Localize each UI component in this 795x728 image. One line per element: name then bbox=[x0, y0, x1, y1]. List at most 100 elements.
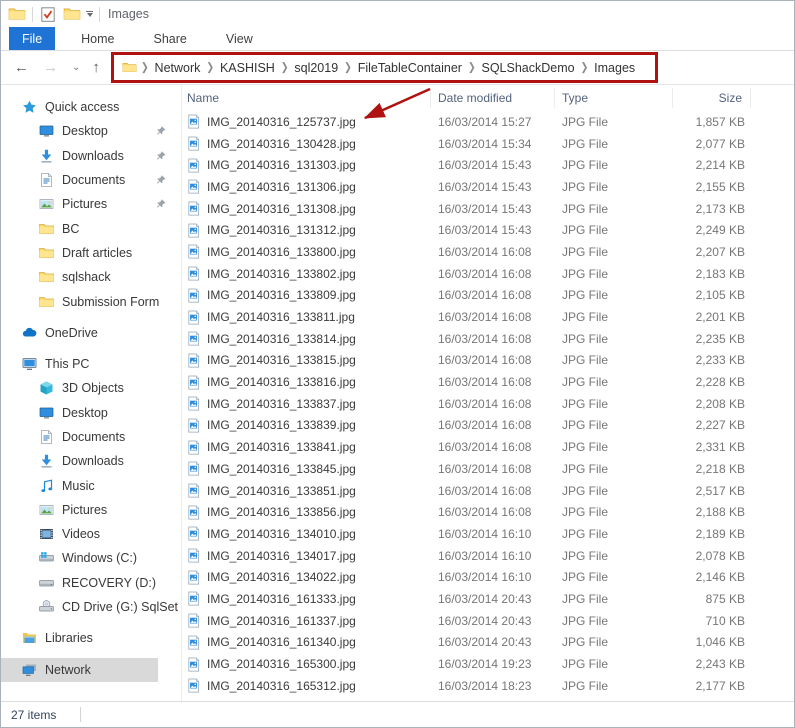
file-name-cell[interactable]: IMG_20140316_133809.jpg bbox=[182, 288, 431, 303]
sidebar-item-bc[interactable]: BC bbox=[1, 216, 181, 240]
file-name-cell[interactable]: IMG_20140316_133802.jpg bbox=[182, 266, 431, 281]
file-name-label: IMG_20140316_133839.jpg bbox=[207, 418, 356, 433]
sidebar-item-libraries[interactable]: Libraries bbox=[1, 626, 181, 650]
tab-view[interactable]: View bbox=[213, 27, 266, 50]
file-name-cell[interactable]: IMG_20140316_133816.jpg bbox=[182, 375, 431, 390]
sidebar-item-sqlshack[interactable]: sqlshack bbox=[1, 265, 181, 289]
file-name-cell[interactable]: IMG_20140316_125737.jpg bbox=[182, 114, 431, 129]
file-name-cell[interactable]: IMG_20140316_130428.jpg bbox=[182, 136, 431, 151]
file-row[interactable]: IMG_20140316_133811.jpg 16/03/2014 16:08 J… bbox=[182, 306, 794, 328]
sidebar-item-cd-drive-g-sqlset[interactable]: CD Drive (G:) SqlSet bbox=[1, 595, 181, 619]
sidebar-item-3d-objects[interactable]: 3D Objects bbox=[1, 376, 181, 400]
file-name-cell[interactable]: IMG_20140316_133800.jpg bbox=[182, 244, 431, 259]
sidebar-item-recovery-d[interactable]: RECOVERY (D:) bbox=[1, 571, 181, 595]
file-row[interactable]: IMG_20140316_134017.jpg 16/03/2014 16:10 J… bbox=[182, 545, 794, 567]
file-name-cell[interactable]: IMG_20140316_161337.jpg bbox=[182, 613, 431, 628]
sidebar-item-onedrive[interactable]: OneDrive bbox=[1, 321, 181, 345]
sidebar-item-pictures[interactable]: Pictures bbox=[1, 498, 181, 522]
file-row[interactable]: IMG_20140316_133839.jpg 16/03/2014 16:08 J… bbox=[182, 415, 794, 437]
file-row[interactable]: IMG_20140316_134010.jpg 16/03/2014 16:10 J… bbox=[182, 523, 794, 545]
file-name-cell[interactable]: IMG_20140316_134022.jpg bbox=[182, 570, 431, 585]
file-name-cell[interactable]: IMG_20140316_131308.jpg bbox=[182, 201, 431, 216]
sidebar-item-music[interactable]: Music bbox=[1, 473, 181, 497]
file-row[interactable]: IMG_20140316_133856.jpg 16/03/2014 16:08 J… bbox=[182, 501, 794, 523]
file-name-cell[interactable]: IMG_20140316_133811.jpg bbox=[182, 310, 431, 325]
new-folder-icon[interactable] bbox=[63, 5, 81, 23]
file-row[interactable]: IMG_20140316_131308.jpg 16/03/2014 15:43 J… bbox=[182, 198, 794, 220]
file-row[interactable]: IMG_20140316_161340.jpg 16/03/2014 20:43 J… bbox=[182, 632, 794, 654]
file-name-cell[interactable]: IMG_20140316_133839.jpg bbox=[182, 418, 431, 433]
file-name-cell[interactable]: IMG_20140316_165300.jpg bbox=[182, 657, 431, 672]
file-row[interactable]: IMG_20140316_133800.jpg 16/03/2014 16:08 J… bbox=[182, 241, 794, 263]
file-row[interactable]: IMG_20140316_131303.jpg 16/03/2014 15:43 J… bbox=[182, 154, 794, 176]
column-header-date-modified[interactable]: Date modified bbox=[431, 88, 555, 108]
file-row[interactable]: IMG_20140316_133814.jpg 16/03/2014 16:08 J… bbox=[182, 328, 794, 350]
file-name-cell[interactable]: IMG_20140316_133841.jpg bbox=[182, 440, 431, 455]
file-name-cell[interactable]: IMG_20140316_134010.jpg bbox=[182, 526, 431, 541]
file-row[interactable]: IMG_20140316_134022.jpg 16/03/2014 16:10 J… bbox=[182, 566, 794, 588]
file-row[interactable]: IMG_20140316_161337.jpg 16/03/2014 20:43 J… bbox=[182, 610, 794, 632]
column-header-size[interactable]: Size bbox=[673, 88, 751, 108]
breadcrumb-item-images[interactable]: Images bbox=[588, 61, 641, 75]
file-row[interactable]: IMG_20140316_133851.jpg 16/03/2014 16:08 J… bbox=[182, 480, 794, 502]
breadcrumb-item-kashish[interactable]: KASHISH bbox=[214, 61, 281, 75]
file-row[interactable]: IMG_20140316_130428.jpg 16/03/2014 15:34 J… bbox=[182, 133, 794, 155]
file-name-cell[interactable]: IMG_20140316_131306.jpg bbox=[182, 179, 431, 194]
file-name-cell[interactable]: IMG_20140316_131303.jpg bbox=[182, 158, 431, 173]
file-name-cell[interactable]: IMG_20140316_131312.jpg bbox=[182, 223, 431, 238]
breadcrumb-item-network[interactable]: Network bbox=[149, 61, 207, 75]
sidebar-item-network[interactable]: Network bbox=[1, 657, 158, 682]
sidebar-item-quick-access[interactable]: Quick access bbox=[1, 95, 181, 119]
sidebar-item-this-pc[interactable]: This PC bbox=[1, 352, 181, 376]
sidebar-item-desktop[interactable]: Desktop bbox=[1, 119, 181, 143]
column-header-type[interactable]: Type bbox=[555, 88, 673, 108]
file-row[interactable]: IMG_20140316_131312.jpg 16/03/2014 15:43 J… bbox=[182, 219, 794, 241]
breadcrumb-item-sql2019[interactable]: sql2019 bbox=[288, 61, 344, 75]
tab-share[interactable]: Share bbox=[141, 27, 200, 50]
file-row[interactable]: IMG_20140316_131306.jpg 16/03/2014 15:43 J… bbox=[182, 176, 794, 198]
sidebar-item-pictures[interactable]: Pictures bbox=[1, 192, 181, 216]
file-row[interactable]: IMG_20140316_133809.jpg 16/03/2014 16:08 J… bbox=[182, 285, 794, 307]
sidebar-item-videos[interactable]: Videos bbox=[1, 522, 181, 546]
forward-arrow-icon[interactable]: → bbox=[43, 60, 58, 75]
file-name-cell[interactable]: IMG_20140316_133837.jpg bbox=[182, 396, 431, 411]
file-row[interactable]: IMG_20140316_133816.jpg 16/03/2014 16:08 J… bbox=[182, 371, 794, 393]
file-name-cell[interactable]: IMG_20140316_133851.jpg bbox=[182, 483, 431, 498]
file-row[interactable]: IMG_20140316_165312.jpg 16/03/2014 18:23 J… bbox=[182, 675, 794, 697]
file-name-cell[interactable]: IMG_20140316_134017.jpg bbox=[182, 548, 431, 563]
file-name-cell[interactable]: IMG_20140316_165312.jpg bbox=[182, 678, 431, 693]
tab-home[interactable]: Home bbox=[68, 27, 127, 50]
sidebar-item-draft-articles[interactable]: Draft articles bbox=[1, 241, 181, 265]
properties-checkbox-icon[interactable] bbox=[39, 5, 57, 23]
file-row[interactable]: IMG_20140316_133802.jpg 16/03/2014 16:08 J… bbox=[182, 263, 794, 285]
file-name-cell[interactable]: IMG_20140316_161340.jpg bbox=[182, 635, 431, 650]
sidebar-item-documents[interactable]: Documents bbox=[1, 168, 181, 192]
file-row[interactable]: IMG_20140316_125737.jpg 16/03/2014 15:27 J… bbox=[182, 111, 794, 133]
sidebar-item-windows-c[interactable]: Windows (C:) bbox=[1, 546, 181, 570]
file-row[interactable]: IMG_20140316_161333.jpg 16/03/2014 20:43 J… bbox=[182, 588, 794, 610]
file-name-cell[interactable]: IMG_20140316_161333.jpg bbox=[182, 591, 431, 606]
up-arrow-icon[interactable]: ↑ bbox=[92, 60, 100, 75]
file-row[interactable]: IMG_20140316_133845.jpg 16/03/2014 16:08 J… bbox=[182, 458, 794, 480]
back-arrow-icon[interactable]: ← bbox=[14, 60, 29, 75]
file-row[interactable]: IMG_20140316_133837.jpg 16/03/2014 16:08 J… bbox=[182, 393, 794, 415]
file-name-cell[interactable]: IMG_20140316_133845.jpg bbox=[182, 461, 431, 476]
file-name-cell[interactable]: IMG_20140316_133856.jpg bbox=[182, 505, 431, 520]
sidebar-item-submission-form[interactable]: Submission Form bbox=[1, 289, 181, 313]
breadcrumb-item-filetablecontainer[interactable]: FileTableContainer bbox=[352, 61, 468, 75]
breadcrumb-item-sqlshackdemo[interactable]: SQLShackDemo bbox=[476, 61, 581, 75]
sidebar-item-desktop[interactable]: Desktop bbox=[1, 401, 181, 425]
file-row[interactable]: IMG_20140316_165300.jpg 16/03/2014 19:23 J… bbox=[182, 653, 794, 675]
sidebar-item-downloads[interactable]: Downloads bbox=[1, 449, 181, 473]
breadcrumb[interactable]: ❯ Network ❯ KASHISH ❯ sql2019 ❯ FileTabl… bbox=[111, 52, 658, 83]
customize-toolbar-dropdown-icon[interactable] bbox=[86, 10, 93, 18]
column-header-name[interactable]: Name bbox=[182, 88, 431, 108]
file-name-cell[interactable]: IMG_20140316_133815.jpg bbox=[182, 353, 431, 368]
sidebar-item-downloads[interactable]: Downloads bbox=[1, 144, 181, 168]
chevron-down-icon[interactable]: ⌄ bbox=[72, 62, 80, 73]
file-name-cell[interactable]: IMG_20140316_133814.jpg bbox=[182, 331, 431, 346]
file-row[interactable]: IMG_20140316_133815.jpg 16/03/2014 16:08 J… bbox=[182, 350, 794, 372]
sidebar-item-documents[interactable]: Documents bbox=[1, 425, 181, 449]
tab-file[interactable]: File bbox=[9, 27, 56, 50]
file-row[interactable]: IMG_20140316_133841.jpg 16/03/2014 16:08 J… bbox=[182, 436, 794, 458]
